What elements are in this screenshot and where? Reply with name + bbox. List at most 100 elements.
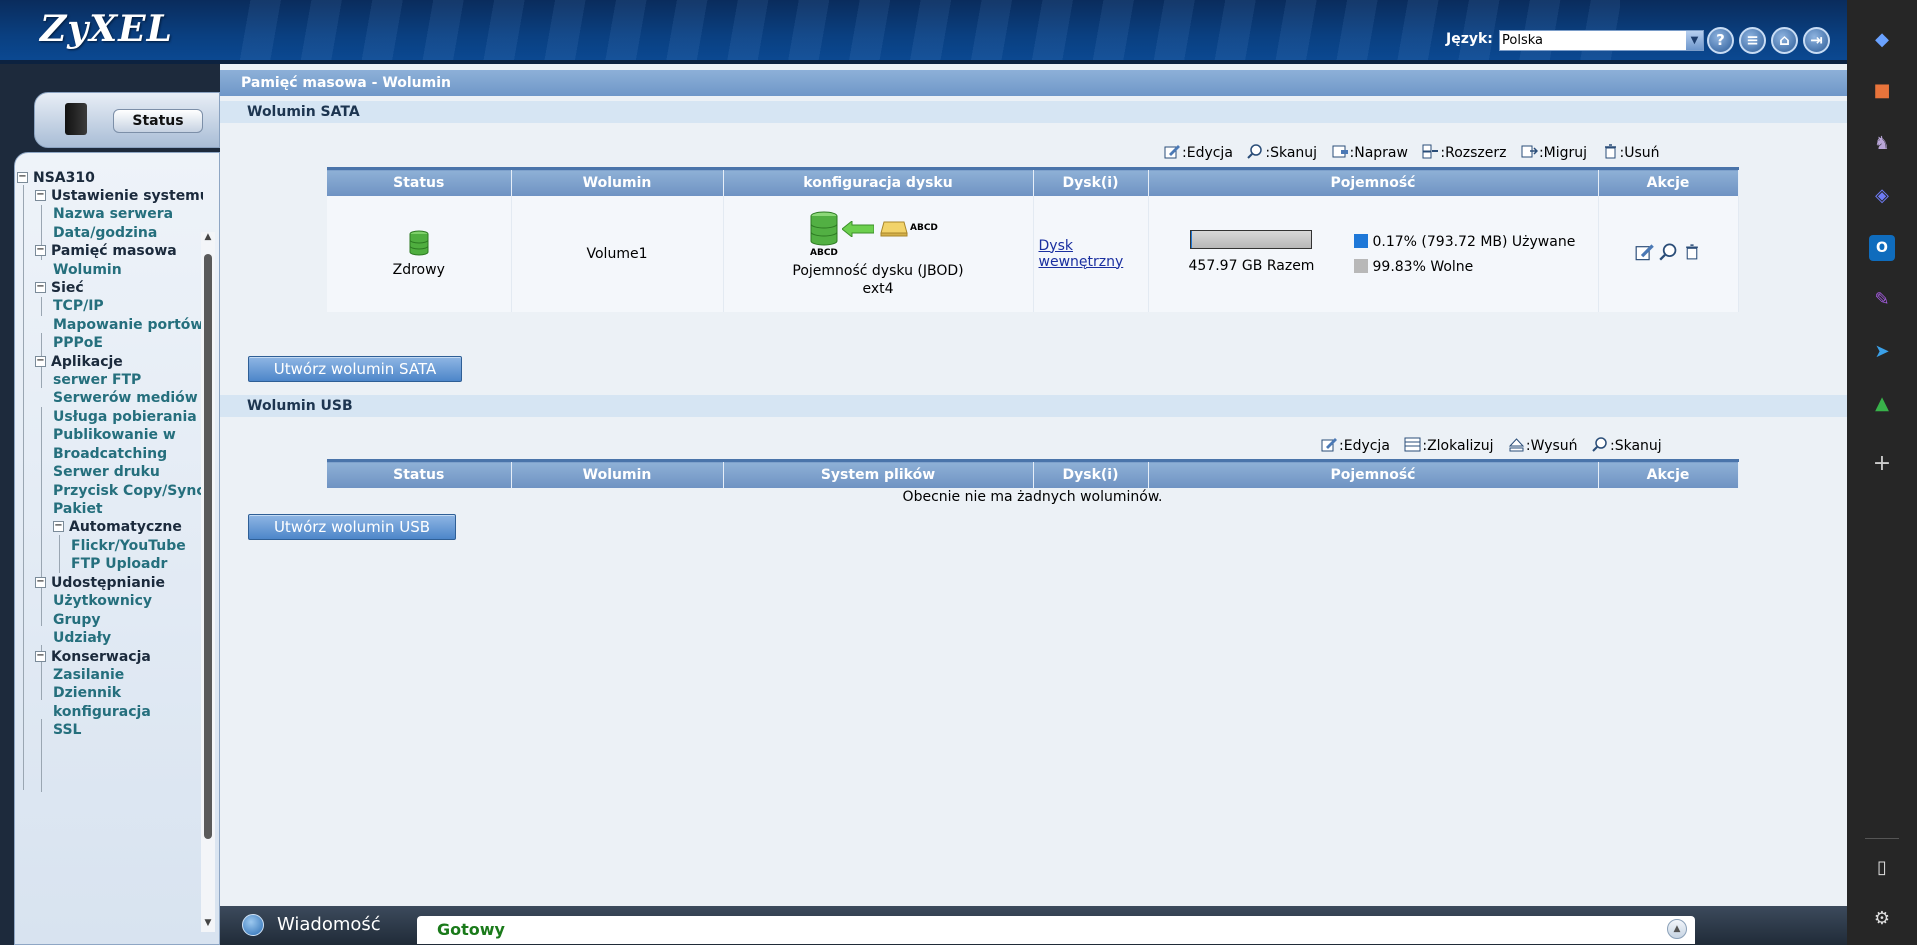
settings-gear-icon[interactable]: ⚙	[1869, 906, 1895, 932]
filesystem-type: ext4	[862, 280, 894, 297]
tag-icon[interactable]: ◆	[1869, 27, 1895, 53]
column-header: Status	[327, 167, 512, 196]
disk-config-type: Pojemność dysku (JBOD)	[792, 262, 964, 279]
column-header: Dysk(i)	[1033, 459, 1149, 488]
chess-icon[interactable]: ♞	[1869, 131, 1895, 157]
column-header: Status	[327, 459, 512, 488]
volume-name: Volume1	[511, 195, 724, 312]
navigation-panel: − NSA310 − Ustawienie systemu Nazwa serwer…	[14, 152, 220, 945]
arrow-left-icon	[842, 220, 874, 237]
sidebar: Status − NSA310 − Ustawienie systemu Nazwa…	[0, 64, 220, 945]
scroll-up-icon[interactable]: ▲	[203, 232, 213, 242]
tree-scrollbar[interactable]: ▲ ▼	[201, 232, 215, 932]
create-usb-volume-button[interactable]: Utwórz wolumin USB	[248, 514, 456, 540]
column-header: Wolumin	[511, 459, 724, 488]
language-value: Polska	[1502, 33, 1543, 48]
disk-config-diagram: ABCD ABCD	[808, 211, 948, 263]
chevron-up-icon[interactable]: ▲	[1667, 919, 1687, 939]
status-cell: Zdrowy	[327, 195, 512, 312]
collapse-icon[interactable]: −	[35, 245, 46, 256]
capacity-used-legend: 0.17% (793.72 MB) Używane	[1353, 233, 1575, 250]
usb-section-title: Wolumin USB	[220, 395, 1847, 417]
disk-label: ABCD	[810, 247, 838, 258]
column-header: Dysk(i)	[1033, 167, 1149, 196]
legend-eject: :Wysuń	[1508, 437, 1578, 454]
table-header-row: Status Wolumin konfiguracja dysku Dysk(i…	[327, 167, 1739, 196]
status-tab[interactable]: Status	[34, 92, 220, 148]
legend-expand: :Rozszerz	[1422, 144, 1507, 161]
healthy-disk-icon	[409, 230, 429, 255]
language-label: Język:	[1446, 31, 1493, 47]
sata-section-title: Wolumin SATA	[220, 101, 1847, 123]
message-box: Gotowy ▲	[417, 916, 1695, 944]
notes-icon[interactable]: ≡	[1739, 27, 1766, 54]
create-sata-volume-button[interactable]: Utwórz wolumin SATA	[248, 356, 462, 382]
tree-icon[interactable]: ▲	[1869, 391, 1895, 417]
internal-disk-link[interactable]: Dysk wewnętrzny	[1039, 238, 1124, 270]
scan-icon[interactable]	[1659, 242, 1679, 261]
help-icon[interactable]: ?	[1707, 27, 1734, 54]
status-tab-label: Status	[113, 109, 203, 133]
table-row: Zdrowy Volume1 ABCD ABCD Pojemność dysku…	[327, 195, 1739, 312]
legend-scan: :Skanuj	[1247, 144, 1317, 161]
message-icon	[242, 914, 264, 936]
edit-icon	[1164, 145, 1180, 159]
collapse-icon[interactable]: −	[35, 282, 46, 293]
usb-action-legend: :Edycja :Zlokalizuj :Wysuń :Skanuj	[1311, 437, 1662, 457]
sidebar-toggle-icon[interactable]: ▯	[1869, 855, 1895, 881]
actions-cell	[1598, 195, 1739, 312]
collapse-icon[interactable]: −	[35, 190, 46, 201]
column-header: Wolumin	[511, 167, 724, 196]
copilot-icon[interactable]: ◈	[1869, 183, 1895, 209]
locate-icon	[1404, 437, 1421, 452]
volume-disk-icon	[810, 211, 838, 245]
navigation-tree: − NSA310 − Ustawienie systemu Nazwa serwer…	[17, 167, 203, 867]
expand-icon	[1422, 144, 1439, 159]
collapse-icon[interactable]: −	[35, 577, 46, 588]
scan-icon	[1247, 144, 1263, 159]
capacity-total: 457.97 GB Razem	[1188, 257, 1315, 274]
nas-device-icon	[65, 103, 87, 135]
capacity-cell: 457.97 GB Razem 0.17% (793.72 MB) Używan…	[1148, 195, 1599, 312]
sata-volume-table: Status Wolumin konfiguracja dysku Dysk(i…	[327, 167, 1739, 312]
notes-app-icon[interactable]: ✎	[1869, 287, 1895, 313]
legend-scan: :Skanuj	[1592, 437, 1662, 454]
add-icon[interactable]: +	[1869, 451, 1895, 477]
main-content: Pamięć masowa - Wolumin Wolumin SATA :Ed…	[220, 64, 1847, 906]
outlook-icon[interactable]: O	[1869, 235, 1895, 261]
legend-migrate: :Migruj	[1521, 144, 1587, 161]
collapse-icon[interactable]: −	[53, 521, 64, 532]
edit-icon[interactable]	[1635, 243, 1655, 261]
browser-sidebar: ◆ ■ ♞ ◈ O ✎ ➤ ▲ + ▯ ⚙	[1847, 0, 1917, 945]
home-icon[interactable]: ⌂	[1771, 27, 1798, 54]
scroll-down-icon[interactable]: ▼	[203, 918, 213, 928]
table-header-row: Status Wolumin System plików Dysk(i) Poj…	[327, 459, 1739, 488]
column-header: Pojemność	[1148, 167, 1599, 196]
edit-icon	[1321, 438, 1337, 452]
sata-action-legend: :Edycja :Skanuj :Napraw :Rozszerz :Migru…	[1154, 144, 1660, 164]
logout-icon[interactable]: ⇥	[1803, 27, 1830, 54]
legend-delete: :Usuń	[1602, 144, 1660, 161]
status-text: Zdrowy	[392, 261, 445, 278]
scrollbar-thumb[interactable]	[204, 254, 212, 839]
eject-icon	[1508, 438, 1525, 452]
page-title: Pamięć masowa - Wolumin	[220, 70, 1847, 96]
collapse-icon[interactable]: −	[35, 651, 46, 662]
scan-icon	[1592, 437, 1607, 452]
sidebar-divider	[1865, 838, 1899, 839]
toolbox-icon[interactable]: ■	[1869, 78, 1895, 104]
send-icon[interactable]: ➤	[1869, 339, 1895, 365]
language-select[interactable]: Polska ▼	[1499, 30, 1704, 51]
capacity-bar	[1189, 229, 1312, 253]
legend-edit: :Edycja	[1321, 437, 1390, 454]
collapse-icon[interactable]: −	[35, 356, 46, 367]
chevron-down-icon[interactable]: ▼	[1686, 31, 1703, 50]
collapse-icon[interactable]: −	[17, 172, 28, 183]
zyxel-logo: ZyXEL	[40, 8, 173, 50]
header-decoration	[220, 0, 1620, 64]
disk-cell: Dysk wewnętrzny	[1033, 195, 1149, 312]
trash-icon[interactable]	[1683, 243, 1701, 261]
message-text: Gotowy	[437, 920, 505, 939]
column-header: System plików	[723, 459, 1034, 488]
tree-item-ssl[interactable]: SSL	[53, 719, 81, 741]
